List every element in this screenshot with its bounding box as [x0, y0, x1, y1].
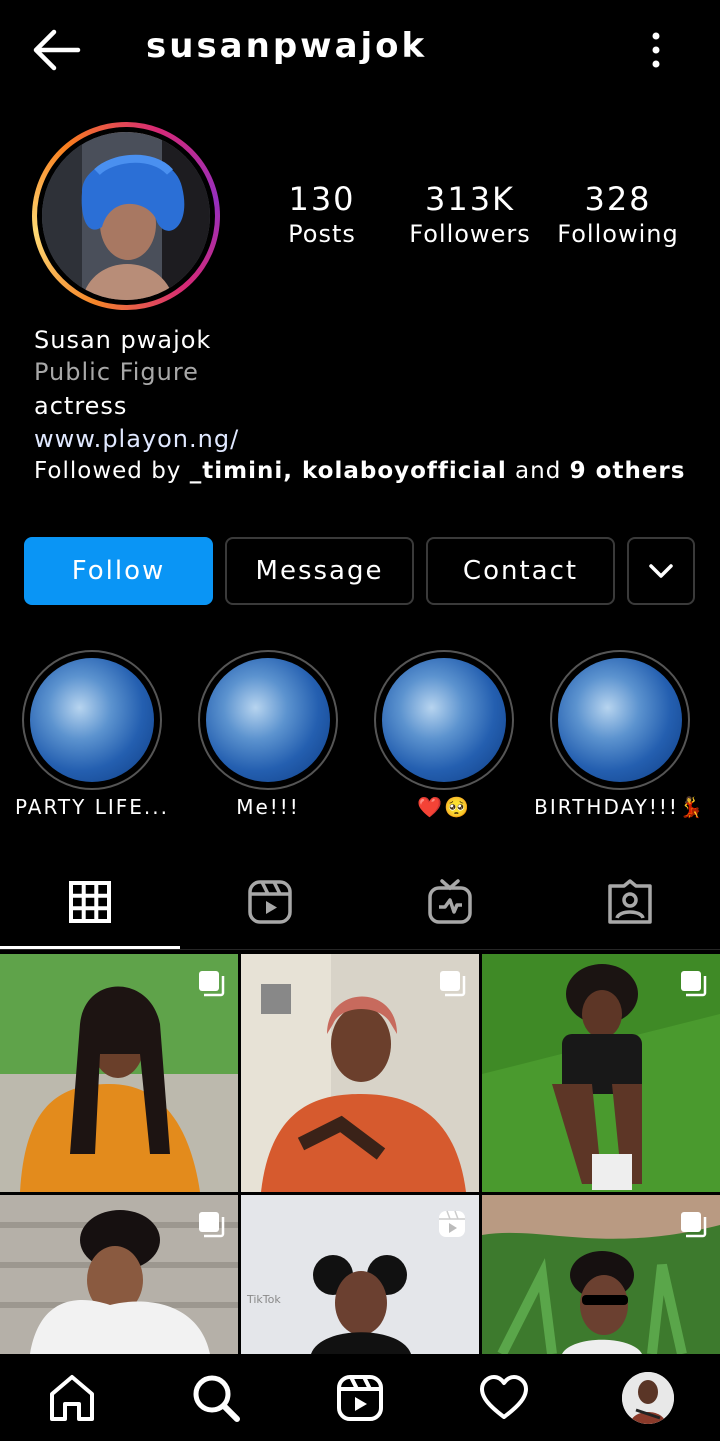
bio-category: Public Figure	[34, 358, 199, 386]
heart-icon[interactable]	[478, 1372, 530, 1424]
highlight-me[interactable]	[198, 650, 338, 790]
grid-icon[interactable]	[66, 878, 114, 926]
stat-posts[interactable]: 130 Posts	[252, 180, 392, 248]
grid-post[interactable]	[241, 954, 479, 1192]
chevron-down-icon	[649, 564, 673, 578]
stat-followers[interactable]: 313K Followers	[400, 180, 540, 248]
stat-posts-value: 130	[288, 180, 356, 218]
highlight-birthday[interactable]	[550, 650, 690, 790]
stat-followers-label: Followers	[409, 220, 531, 248]
bio-name: Susan pwajok	[34, 326, 212, 354]
highlight-label: BIRTHDAY!!!💃	[534, 795, 706, 819]
follow-button[interactable]: Follow	[24, 537, 213, 605]
home-icon[interactable]	[46, 1372, 98, 1424]
profile-avatar-nav[interactable]	[622, 1372, 674, 1424]
highlight-cover	[382, 658, 506, 782]
grid-post[interactable]	[0, 1195, 238, 1354]
reels-icon	[439, 1210, 465, 1237]
followed-by-names: _timini, kolaboyofficial	[189, 458, 507, 484]
bio-text: actress	[34, 392, 128, 420]
back-arrow-icon[interactable]	[30, 28, 82, 72]
igtv-icon[interactable]	[426, 878, 474, 926]
grid-post[interactable]: TikTok	[241, 1195, 479, 1354]
reels-nav-icon[interactable]	[334, 1372, 386, 1424]
followed-by-others: 9 others	[569, 458, 686, 484]
profile-avatar-image	[622, 1372, 674, 1424]
multi-photo-icon	[199, 971, 225, 997]
highlight-party-life[interactable]	[22, 650, 162, 790]
multi-photo-icon	[199, 1212, 225, 1238]
more-vertical-icon[interactable]	[640, 30, 672, 70]
highlight-cover	[30, 658, 154, 782]
suggested-dropdown-button[interactable]	[627, 537, 695, 605]
multi-photo-icon	[440, 971, 466, 997]
tiktok-watermark: TikTok	[247, 1293, 281, 1306]
stat-followers-value: 313K	[424, 180, 516, 218]
search-icon[interactable]	[190, 1372, 242, 1424]
grid-post[interactable]	[0, 954, 238, 1192]
followed-by-prefix: Followed by	[34, 458, 190, 484]
grid-post[interactable]	[482, 1195, 720, 1354]
contact-button[interactable]: Contact	[426, 537, 615, 605]
followed-by-mid: and	[506, 458, 570, 484]
stat-following-value: 328	[584, 180, 652, 218]
message-button[interactable]: Message	[225, 537, 414, 605]
grid-post[interactable]	[482, 954, 720, 1192]
highlight-label: Me!!!	[236, 795, 300, 819]
highlight-label: PARTY LIFE...	[15, 795, 169, 819]
stat-following[interactable]: 328 Following	[548, 180, 688, 248]
stat-posts-label: Posts	[288, 220, 356, 248]
highlight-cover	[206, 658, 330, 782]
multi-photo-icon	[681, 1212, 707, 1238]
profile-username: susanpwajok	[146, 26, 428, 66]
highlight-heart-emoji[interactable]	[374, 650, 514, 790]
multi-photo-icon	[681, 971, 707, 997]
tagged-icon[interactable]	[606, 878, 654, 926]
reels-icon[interactable]	[246, 878, 294, 926]
profile-avatar-story-ring[interactable]	[32, 122, 220, 310]
followed-by[interactable]: Followed by _timini, kolaboyofficial and…	[34, 458, 685, 484]
bio-link[interactable]: www.playon.ng/	[34, 425, 239, 453]
profile-avatar	[42, 132, 210, 300]
highlight-label: ❤️🥺	[417, 795, 471, 819]
stat-following-label: Following	[557, 220, 679, 248]
tab-divider	[0, 949, 720, 950]
highlight-cover	[558, 658, 682, 782]
